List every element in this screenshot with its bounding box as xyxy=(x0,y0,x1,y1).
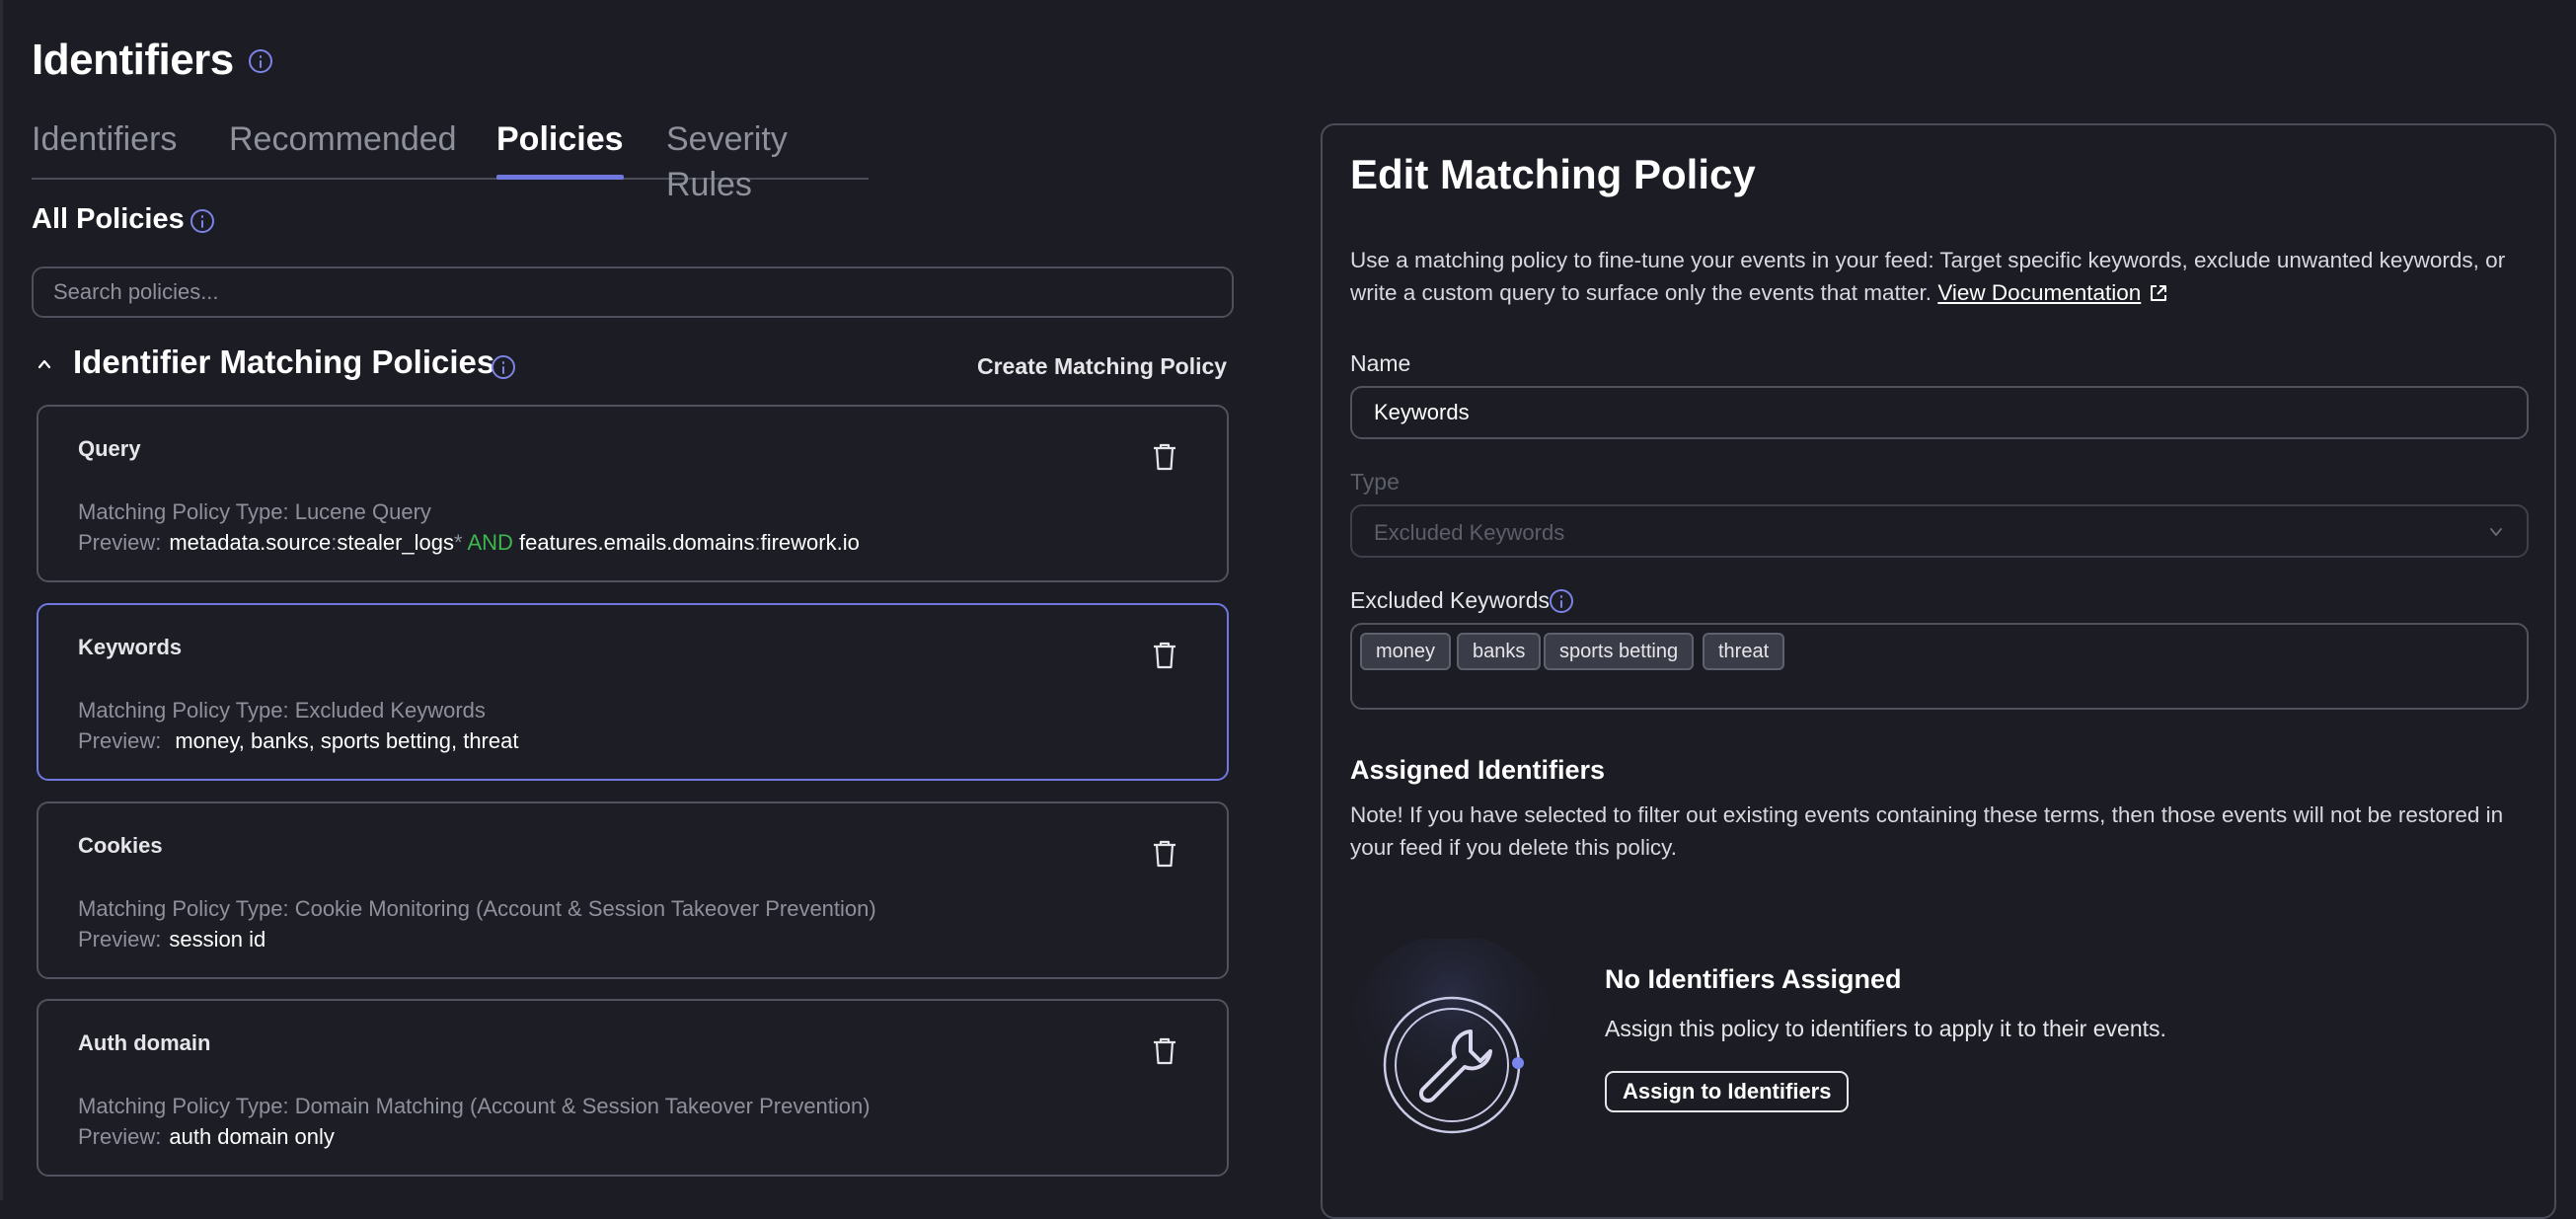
panel-title: Edit Matching Policy xyxy=(1350,151,1756,197)
policy-type: Matching Policy Type: Excluded Keywords xyxy=(78,698,486,723)
tab-bar: Identifiers Recommended Policies Severit… xyxy=(32,116,869,203)
view-documentation-link[interactable]: View Documentation xyxy=(1937,280,2141,305)
info-icon[interactable] xyxy=(249,49,272,73)
create-matching-policy-button[interactable]: Create Matching Policy xyxy=(977,353,1227,380)
keyword-chip[interactable]: sports betting xyxy=(1544,633,1695,670)
chevron-up-icon[interactable] xyxy=(38,357,51,371)
name-label: Name xyxy=(1350,350,1411,376)
type-select-value: Excluded Keywords xyxy=(1374,520,1565,545)
wrench-icon xyxy=(1350,939,1555,1141)
type-select[interactable]: Excluded Keywords xyxy=(1350,504,2529,558)
policy-card-auth-domain[interactable]: Auth domain Matching Policy Type: Domain… xyxy=(37,999,1229,1177)
trash-icon[interactable] xyxy=(1152,839,1177,869)
tab-identifiers[interactable]: Identifiers xyxy=(32,116,177,178)
info-icon[interactable] xyxy=(190,209,214,233)
panel-description: Use a matching policy to fine-tune your … xyxy=(1350,248,2506,305)
keyword-chip[interactable]: threat xyxy=(1703,633,1785,670)
policy-preview: Preview: money, banks, sports betting, th… xyxy=(78,728,519,753)
trash-icon[interactable] xyxy=(1152,442,1177,472)
assign-to-identifiers-button[interactable]: Assign to Identifiers xyxy=(1605,1071,1850,1112)
keywords-input[interactable]: money banks sports betting threat xyxy=(1350,623,2529,710)
matching-policies-group-title: Identifier Matching Policies xyxy=(73,343,495,380)
assigned-identifiers-note: Note! If you have selected to filter out… xyxy=(1350,802,2504,860)
left-edge xyxy=(0,0,3,1200)
policy-card-query[interactable]: Query Matching Policy Type: Lucene Query… xyxy=(37,405,1229,582)
type-label: Type xyxy=(1350,469,1400,495)
policy-preview: Preview: metadata.source:stealer_logs* AN… xyxy=(78,530,860,555)
policy-type: Matching Policy Type: Cookie Monitoring … xyxy=(78,896,876,921)
policy-type: Matching Policy Type: Lucene Query xyxy=(78,499,431,524)
policy-type: Matching Policy Type: Domain Matching (A… xyxy=(78,1094,871,1118)
info-icon[interactable] xyxy=(1550,589,1573,613)
search-policies-input[interactable] xyxy=(32,267,1234,318)
keyword-chip[interactable]: money xyxy=(1360,633,1452,670)
keyword-chip[interactable]: banks xyxy=(1457,633,1542,670)
edit-policy-panel: Edit Matching Policy Use a matching poli… xyxy=(1321,123,2556,1219)
empty-state-title: No Identifiers Assigned xyxy=(1605,964,1902,994)
page-title: Identifiers xyxy=(32,36,234,84)
all-policies-title: All Policies xyxy=(32,203,185,235)
policy-card-cookies[interactable]: Cookies Matching Policy Type: Cookie Mon… xyxy=(37,801,1229,979)
policy-name: Keywords xyxy=(78,635,183,659)
policy-name: Cookies xyxy=(78,833,163,858)
assigned-identifiers-title: Assigned Identifiers xyxy=(1350,755,1606,785)
tab-policies[interactable]: Policies xyxy=(496,116,624,180)
empty-state-description: Assign this policy to identifiers to app… xyxy=(1605,1016,2166,1041)
trash-icon[interactable] xyxy=(1152,641,1177,670)
trash-icon[interactable] xyxy=(1152,1036,1177,1066)
chevron-down-icon xyxy=(2490,528,2502,536)
info-icon[interactable] xyxy=(492,355,515,379)
policy-name: Query xyxy=(78,436,141,461)
external-link-icon[interactable] xyxy=(2149,283,2168,303)
policy-preview: Preview: session id xyxy=(78,927,266,952)
policy-preview: Preview: auth domain only xyxy=(78,1124,335,1149)
tab-recommended[interactable]: Recommended xyxy=(229,116,457,178)
policy-card-keywords[interactable]: Keywords Matching Policy Type: Excluded … xyxy=(37,603,1229,781)
tab-severity-rules[interactable]: Severity Rules xyxy=(666,116,869,203)
name-input[interactable] xyxy=(1350,386,2529,439)
excluded-keywords-label: Excluded Keywords xyxy=(1350,587,1550,613)
policy-name: Auth domain xyxy=(78,1030,211,1055)
